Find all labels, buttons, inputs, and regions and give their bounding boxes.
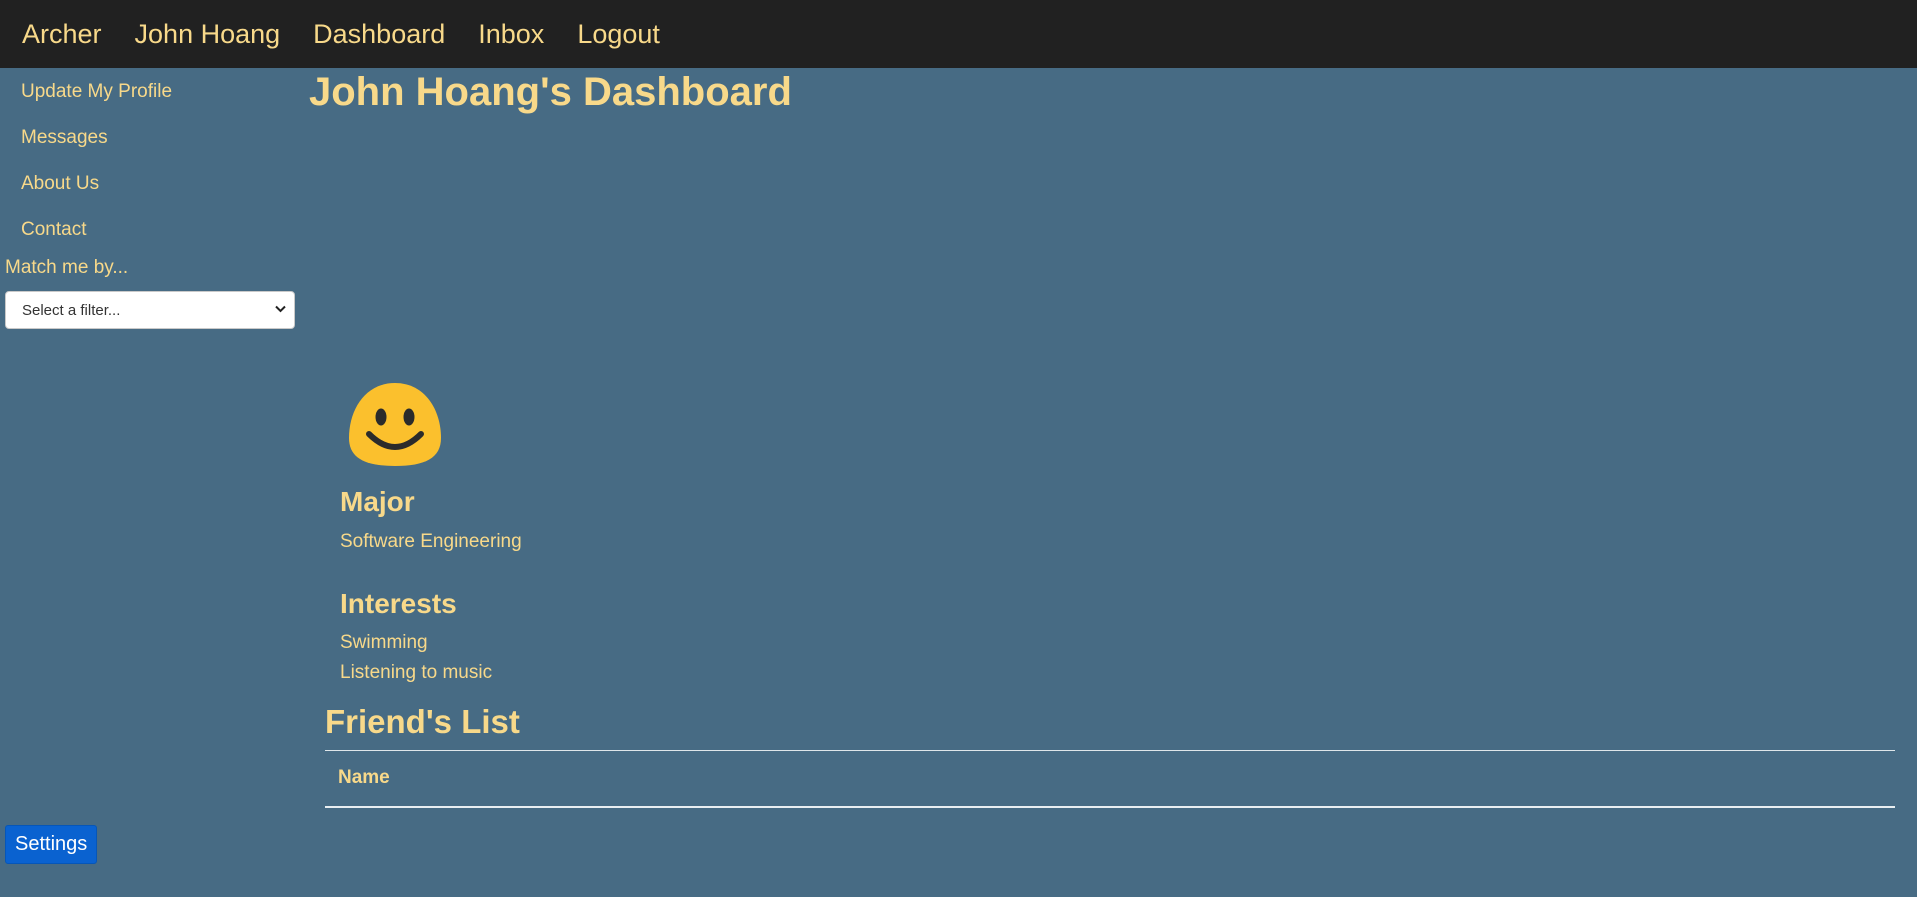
logout-link[interactable]: Logout bbox=[577, 0, 660, 68]
page-title: John Hoang's Dashboard bbox=[309, 70, 792, 114]
interest-item: Listening to music bbox=[340, 662, 493, 683]
friends-table: Name bbox=[325, 750, 1895, 808]
column-header-name: Name bbox=[325, 750, 1895, 808]
interest-item: Swimming bbox=[340, 632, 428, 653]
user-profile-link[interactable]: John Hoang bbox=[135, 0, 281, 68]
dashboard-link[interactable]: Dashboard bbox=[313, 0, 445, 68]
sidebar-item-messages[interactable]: Messages bbox=[21, 127, 108, 149]
friends-table-header-row: Name bbox=[325, 750, 1895, 808]
match-filter-label: Match me by... bbox=[5, 257, 129, 278]
major-heading: Major bbox=[340, 486, 415, 517]
filter-select-value: Select a filter... bbox=[22, 301, 121, 319]
sidebar-item-about-us[interactable]: About Us bbox=[21, 173, 99, 195]
sidebar-item-update-profile[interactable]: Update My Profile bbox=[21, 81, 172, 103]
major-value: Software Engineering bbox=[340, 531, 522, 552]
sidebar-item-contact[interactable]: Contact bbox=[21, 219, 86, 241]
settings-button[interactable]: Settings bbox=[5, 825, 98, 864]
brand-link[interactable]: Archer bbox=[22, 0, 102, 68]
friends-list-title: Friend's List bbox=[325, 703, 520, 740]
inbox-link[interactable]: Inbox bbox=[478, 0, 544, 68]
top-navbar: Archer John Hoang Dashboard Inbox Logout bbox=[0, 0, 1917, 68]
sidebar: Update My Profile Messages About Us Cont… bbox=[0, 68, 300, 897]
match-filter-select[interactable]: Select a filter... bbox=[5, 291, 295, 329]
interests-heading: Interests bbox=[340, 588, 457, 619]
chevron-down-icon bbox=[275, 304, 286, 316]
smiley-face-icon bbox=[345, 380, 445, 468]
